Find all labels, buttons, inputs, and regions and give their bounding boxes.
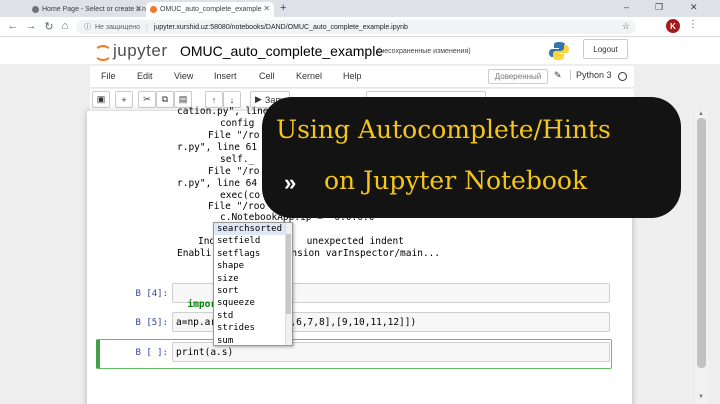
autocomplete-item[interactable]: shape — [214, 260, 292, 272]
browser-tab-home[interactable]: Home Page - Select or create a n ✕ — [28, 2, 146, 17]
jupyter-header: jupyter OMUC_auto_complete_example (несо… — [0, 38, 720, 64]
address-bar[interactable]: ⓘ Не защищено | jupyter.xurshid.uz:58080… — [76, 20, 636, 34]
overlay-title-line1: Using Autocomplete/Hints — [276, 115, 611, 144]
notebook-menubar: File Edit View Insert Cell Kernel Help Д… — [90, 66, 634, 88]
url-text: jupyter.xurshid.uz:58080/notebooks/DAND/… — [153, 23, 408, 31]
autocomplete-item[interactable]: sum — [214, 335, 292, 345]
home-icon[interactable]: ⌂ — [58, 20, 72, 32]
cell-code: print(a.s) — [176, 347, 234, 358]
cut-icon[interactable]: ✂ — [138, 91, 156, 108]
reload-icon[interactable]: ↻ — [42, 20, 56, 33]
notebook-title[interactable]: OMUC_auto_complete_example — [180, 43, 383, 59]
autocomplete-item[interactable]: size — [214, 273, 292, 285]
menu-insert[interactable]: Insert — [214, 71, 237, 81]
profile-avatar[interactable]: K — [666, 19, 680, 33]
insecure-label: Не защищено — [95, 23, 140, 31]
trusted-badge[interactable]: Доверенный — [488, 69, 548, 84]
autocomplete-item[interactable]: searchsorted — [214, 223, 292, 236]
menu-cell[interactable]: Cell — [259, 71, 275, 81]
bookmark-star-icon[interactable]: ☆ — [622, 21, 630, 32]
copy-icon[interactable]: ⧉ — [156, 91, 174, 108]
new-tab-button[interactable]: + — [280, 2, 286, 14]
browser-tab-title: OMUC_auto_complete_example — [160, 6, 262, 13]
add-cell-icon[interactable]: + — [115, 91, 133, 108]
scroll-up-arrow-icon[interactable]: ▲ — [698, 111, 704, 117]
autocomplete-item[interactable]: std — [214, 310, 292, 322]
logout-button[interactable]: Logout — [583, 39, 628, 59]
back-arrow-icon[interactable]: ← — [6, 20, 20, 32]
overlay-title-line2: on Jupyter Notebook — [324, 166, 588, 195]
save-status: (несохраненные изменения) — [378, 48, 471, 55]
autocomplete-item[interactable]: setflags — [214, 248, 292, 260]
browser-tab-notebook[interactable]: OMUC_auto_complete_example ✕ — [146, 2, 274, 17]
scroll-down-arrow-icon[interactable]: ▼ — [698, 394, 704, 400]
browser-tab-title: Home Page - Select or create a n — [42, 6, 146, 13]
separator: | — [146, 23, 148, 31]
autocomplete-dropdown[interactable]: searchsorted setfield setflags shape siz… — [213, 222, 293, 346]
jupyter-logo[interactable]: jupyter — [92, 41, 168, 61]
run-icon: ▶ — [255, 94, 262, 104]
kernel-status-icon — [618, 72, 627, 81]
info-icon[interactable]: ⓘ — [84, 22, 91, 32]
home-favicon-icon — [32, 6, 39, 13]
menu-view[interactable]: View — [174, 71, 193, 81]
autocomplete-item[interactable]: strides — [214, 322, 292, 334]
cell-prompt: В [ ]: — [135, 348, 168, 358]
menu-kernel[interactable]: Kernel — [296, 71, 322, 81]
autocomplete-item[interactable]: setfield — [214, 235, 292, 247]
jupyter-logo-text: jupyter — [113, 41, 168, 60]
browser-tab-strip: Home Page - Select or create a n ✕ OMUC_… — [0, 0, 720, 17]
autocomplete-item[interactable]: sort — [214, 285, 292, 297]
edit-pencil-icon[interactable]: ✎ — [554, 70, 562, 81]
autocomplete-item[interactable]: squeeze — [214, 297, 292, 309]
jupyter-favicon-icon — [150, 6, 157, 13]
menu-file[interactable]: File — [101, 71, 116, 81]
minimize-window-button[interactable]: – — [624, 2, 629, 12]
cell-prompt: В [4]: — [135, 289, 168, 299]
browser-toolbar: ← → ↻ ⌂ ⓘ Не защищено | jupyter.xurshid.… — [0, 17, 720, 37]
close-tab-icon[interactable]: ✕ — [135, 4, 142, 13]
jupyter-logo-icon — [92, 42, 112, 61]
python-logo-icon — [549, 42, 569, 60]
forward-arrow-icon[interactable]: → — [24, 20, 38, 32]
double-chevron-right-icon: » — [284, 170, 297, 195]
cell-prompt: В [5]: — [135, 318, 168, 328]
menu-help[interactable]: Help — [343, 71, 362, 81]
maximize-window-button[interactable]: ❐ — [655, 2, 663, 13]
kernel-name[interactable]: Python 3 — [570, 70, 612, 80]
autocomplete-scrollbar-thumb[interactable] — [286, 234, 291, 314]
menu-edit[interactable]: Edit — [137, 71, 153, 81]
close-tab-icon[interactable]: ✕ — [263, 4, 270, 13]
browser-menu-icon[interactable]: ⋮ — [688, 19, 698, 30]
save-icon[interactable]: ▣ — [92, 91, 110, 108]
close-window-button[interactable]: ✕ — [690, 2, 698, 13]
